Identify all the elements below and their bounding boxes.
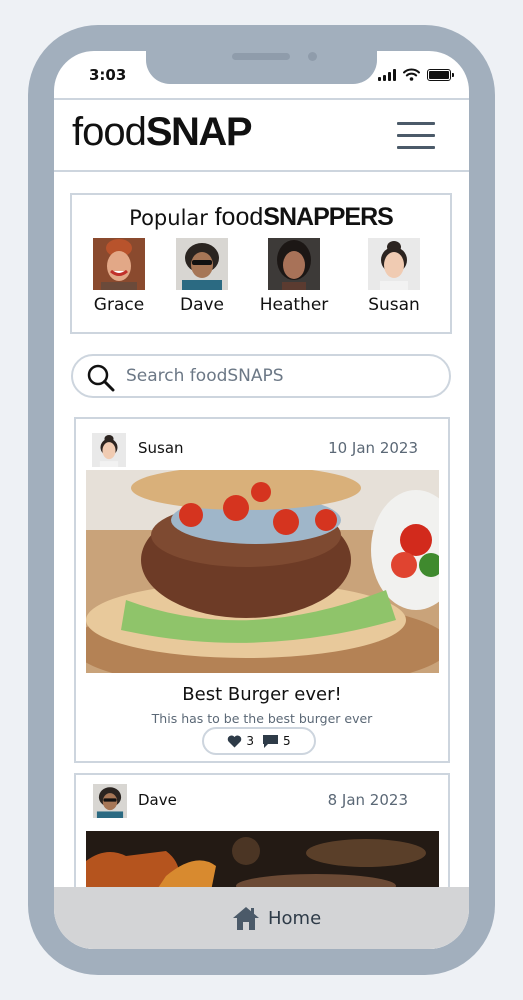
post-photo[interactable] (86, 470, 439, 673)
comment-icon (263, 734, 278, 748)
reactions-pill: 3 5 (202, 727, 316, 755)
post-card[interactable]: Susan 10 Jan 2023 Best Burger ever! This… (74, 417, 450, 763)
comment-button[interactable]: 5 (262, 734, 291, 749)
signal-icon (378, 68, 396, 81)
snapper-name: Susan (368, 295, 420, 315)
speaker (232, 53, 290, 60)
status-time: 3:03 (89, 66, 127, 84)
snapper-name: Heather (259, 295, 329, 315)
home-label: Home (268, 907, 322, 929)
app-logo[interactable]: foodSNAP (72, 110, 253, 155)
search-bar[interactable] (71, 354, 451, 398)
notch (146, 51, 377, 84)
post-title: Best Burger ever! (182, 684, 342, 705)
snapper-grace[interactable]: Grace (79, 238, 159, 315)
app-header: foodSNAP (54, 98, 469, 172)
popular-title: Popular foodSNAPPERS (72, 203, 450, 232)
comments-count: 5 (283, 734, 291, 748)
like-button[interactable]: 3 (227, 734, 254, 748)
post-date: 10 Jan 2023 (328, 439, 418, 457)
post-description: This has to be the best burger ever (151, 711, 373, 726)
phone-screen: 3:03 foodSNAP Popular foodSNAPPERS Grace (54, 51, 469, 949)
popular-snappers-panel: Popular foodSNAPPERS Grace Dave Heather (70, 193, 452, 334)
popular-title-brand: foodSNAPPERS (214, 203, 394, 231)
heart-icon (228, 735, 242, 747)
menu-button[interactable] (397, 122, 435, 152)
snapper-heather[interactable]: Heather (254, 238, 334, 315)
avatar (176, 238, 228, 290)
avatar (368, 238, 420, 290)
battery-icon (427, 68, 454, 81)
post-author[interactable]: Susan (138, 439, 184, 457)
snapper-susan[interactable]: Susan (354, 238, 434, 315)
snapper-dave[interactable]: Dave (162, 238, 242, 315)
menu-icon (397, 122, 435, 125)
wifi-icon (403, 68, 420, 81)
snapper-name: Grace (93, 295, 145, 315)
popular-title-prefix: Popular (129, 206, 208, 230)
avatar (268, 238, 320, 290)
home-tab[interactable]: Home (232, 905, 321, 931)
status-icons (378, 68, 454, 81)
front-camera (308, 52, 317, 61)
avatar[interactable] (93, 784, 127, 818)
home-icon (233, 907, 259, 930)
search-icon (87, 364, 115, 392)
bottom-tab-bar: Home (54, 887, 469, 949)
likes-count: 3 (246, 734, 254, 748)
snapper-name: Dave (179, 295, 225, 315)
avatar (93, 238, 145, 290)
post-date: 8 Jan 2023 (327, 791, 408, 809)
search-input[interactable] (126, 362, 426, 390)
avatar[interactable] (92, 433, 126, 467)
post-author[interactable]: Dave (138, 791, 177, 809)
post-photo[interactable] (86, 831, 439, 891)
